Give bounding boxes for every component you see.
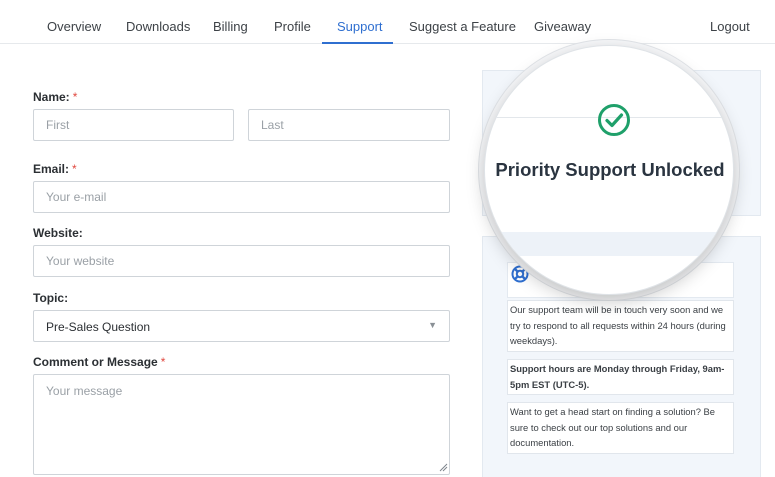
support-hours-info: Support hours are Monday through Friday,… bbox=[507, 359, 734, 395]
top-nav: Overview Downloads Billing Profile Suppo… bbox=[0, 0, 775, 44]
tab-suggest-a-feature[interactable]: Suggest a Feature bbox=[409, 19, 516, 34]
last-name-input[interactable] bbox=[248, 109, 450, 141]
message-textarea[interactable] bbox=[33, 374, 450, 475]
chevron-down-icon: ▼ bbox=[428, 320, 437, 330]
website-input[interactable] bbox=[33, 245, 450, 277]
resize-grip-icon[interactable] bbox=[439, 463, 448, 472]
magnified-panel-band bbox=[485, 232, 733, 256]
support-response-info: Our support team will be in touch very s… bbox=[507, 300, 734, 352]
required-mark: * bbox=[160, 355, 166, 369]
email-label-text: Email: bbox=[33, 162, 70, 176]
website-label: Website: bbox=[33, 226, 83, 240]
message-label-text: Comment or Message bbox=[33, 355, 158, 369]
tab-giveaway[interactable]: Giveaway bbox=[534, 19, 591, 34]
required-mark: * bbox=[72, 162, 77, 176]
topic-selected-value: Pre-Sales Question bbox=[46, 320, 151, 334]
tab-overview[interactable]: Overview bbox=[47, 19, 101, 34]
first-name-input[interactable] bbox=[33, 109, 234, 141]
required-mark: * bbox=[72, 90, 78, 104]
active-tab-indicator bbox=[322, 42, 393, 44]
topic-select[interactable]: Pre-Sales Question ▼ bbox=[33, 310, 450, 342]
topic-label: Topic: bbox=[33, 291, 69, 305]
tab-profile[interactable]: Profile bbox=[274, 19, 311, 34]
check-circle-icon bbox=[598, 104, 630, 136]
lifebuoy-icon bbox=[511, 265, 529, 283]
tab-support[interactable]: Support bbox=[337, 19, 383, 34]
name-label: Name: * bbox=[33, 90, 77, 104]
magnifier-lens: Priority Support Unlocked bbox=[484, 45, 734, 295]
logout-link[interactable]: Logout bbox=[710, 19, 750, 34]
name-label-text: Name: bbox=[33, 90, 70, 104]
tab-downloads[interactable]: Downloads bbox=[126, 19, 190, 34]
message-label: Comment or Message * bbox=[33, 355, 165, 369]
priority-support-title: Priority Support Unlocked bbox=[495, 159, 725, 180]
email-label: Email: * bbox=[33, 162, 77, 176]
support-resources-info: Want to get a head start on finding a so… bbox=[507, 402, 734, 454]
tab-billing[interactable]: Billing bbox=[213, 19, 248, 34]
email-input[interactable] bbox=[33, 181, 450, 213]
